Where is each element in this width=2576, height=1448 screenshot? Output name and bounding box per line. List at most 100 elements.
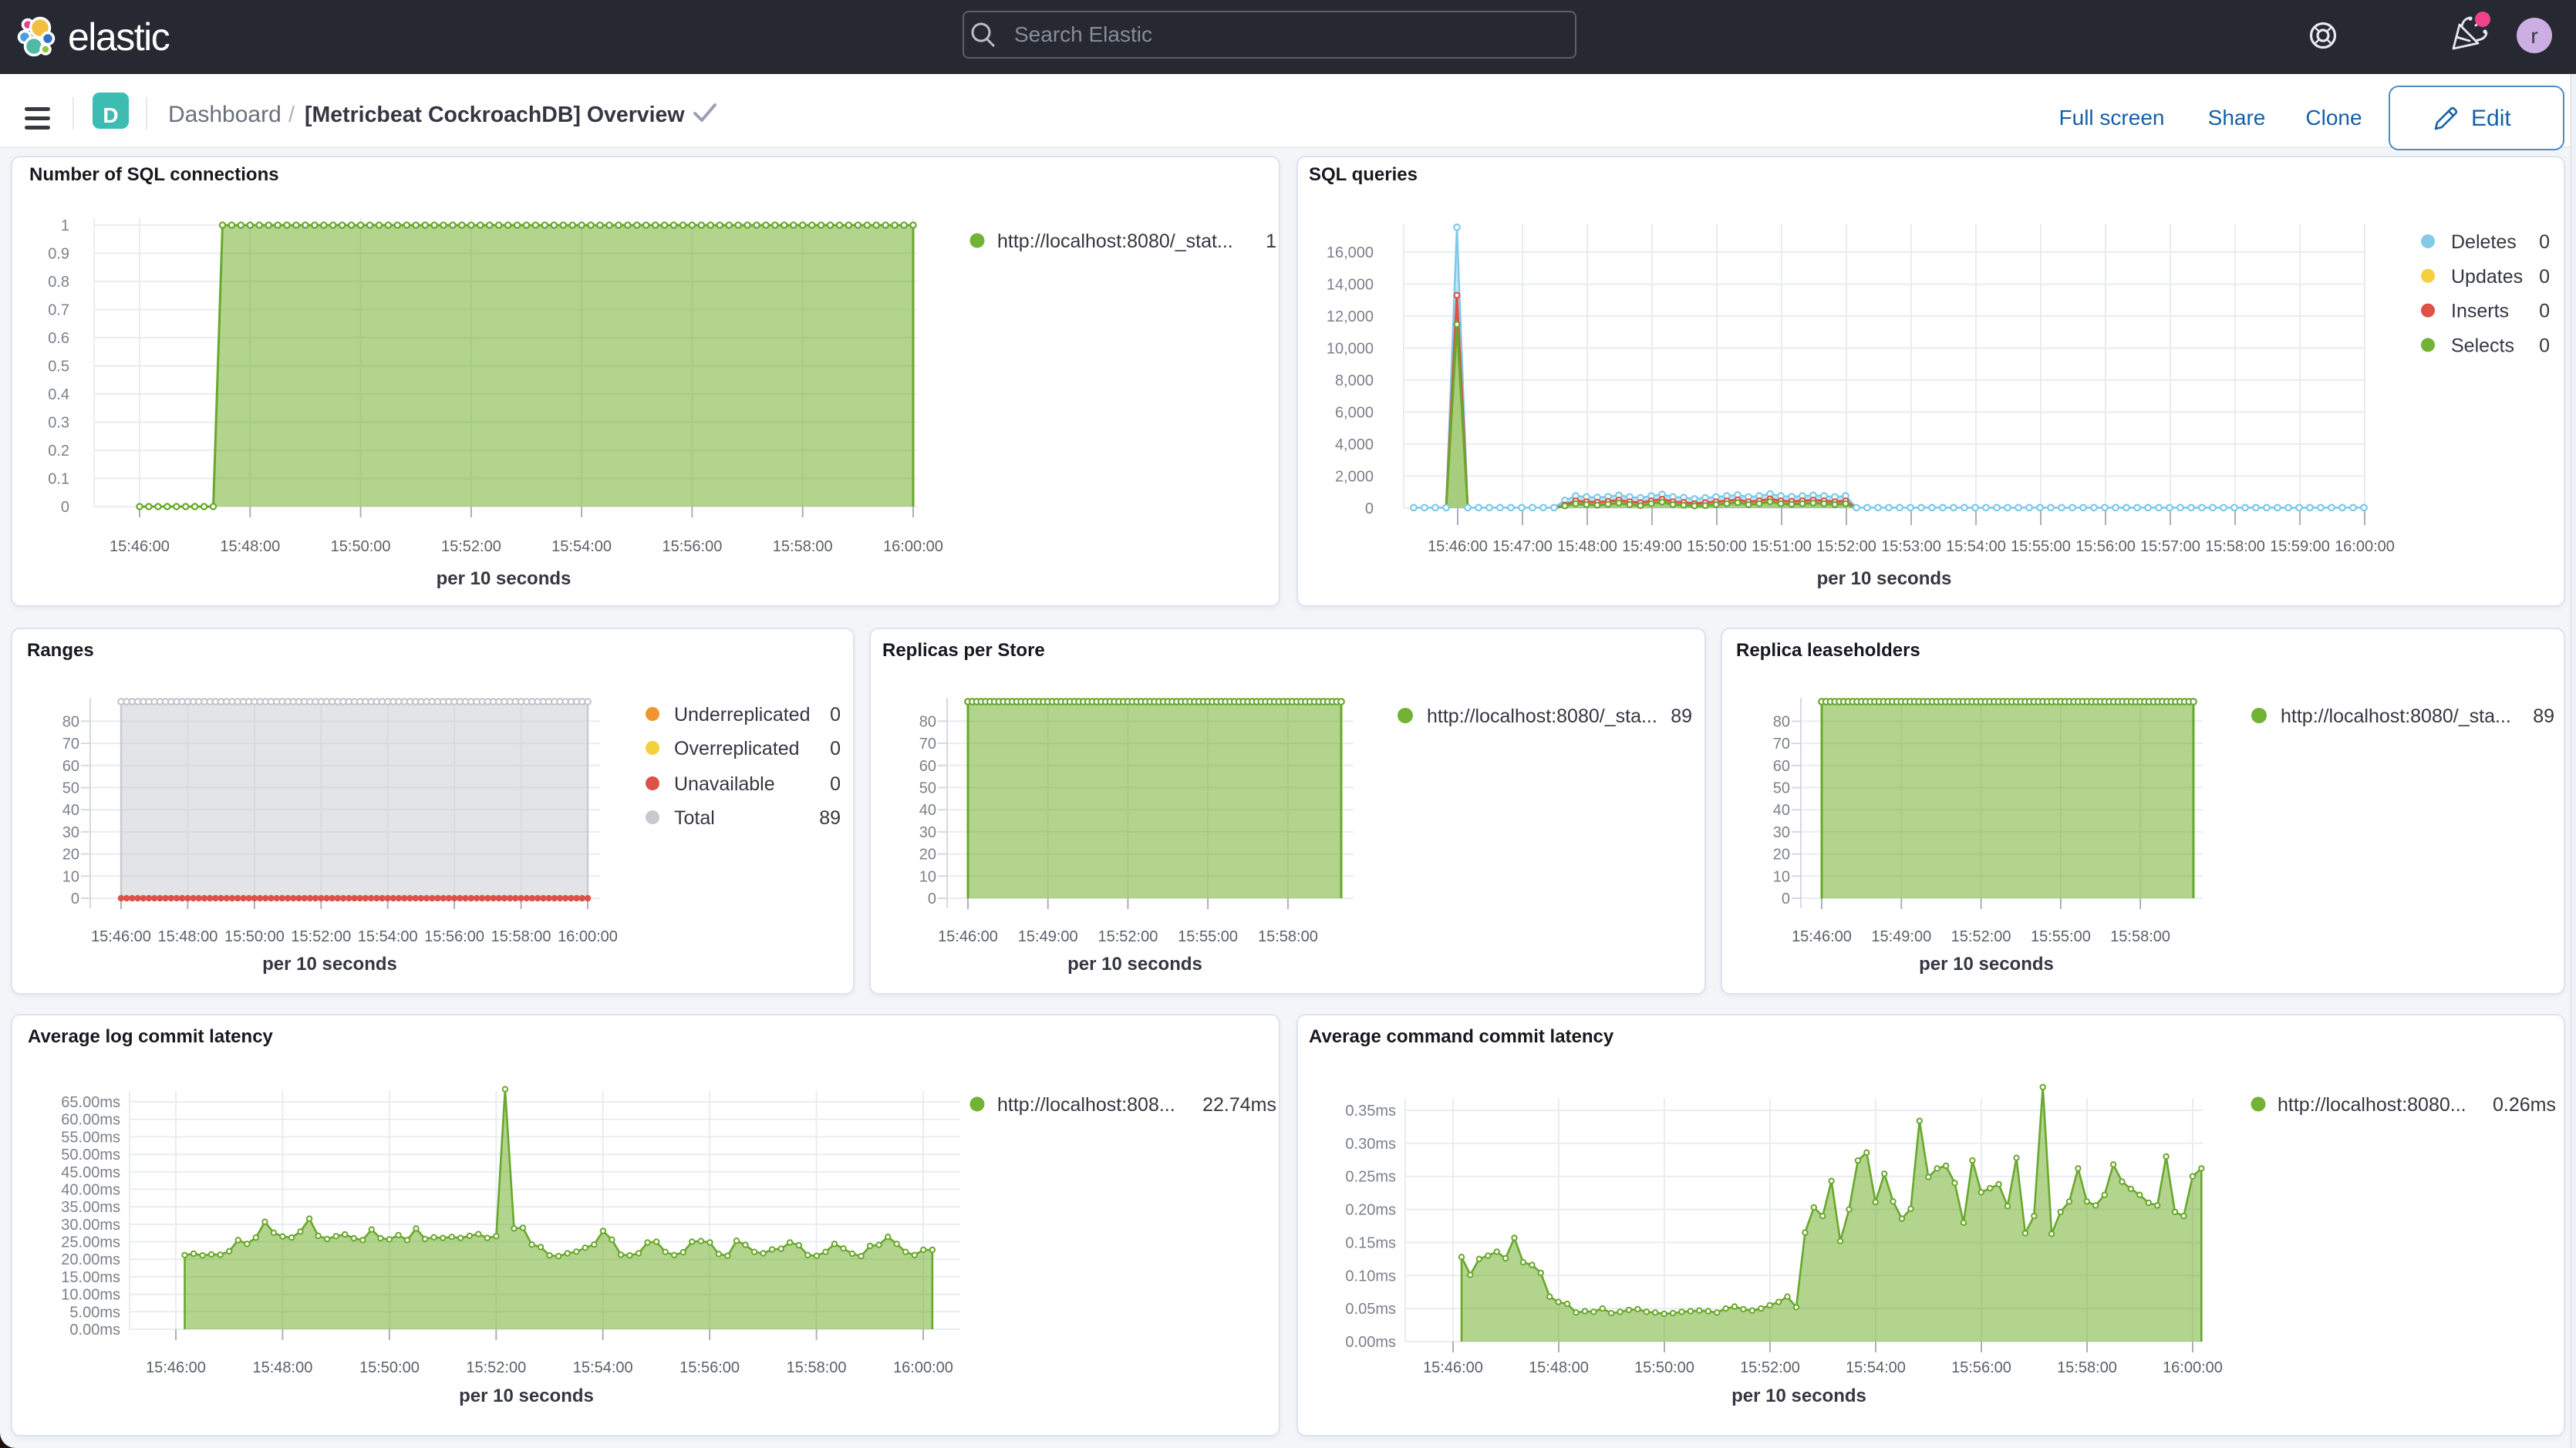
svg-text:15:53:00: 15:53:00 xyxy=(1881,538,1941,555)
svg-text:1: 1 xyxy=(61,217,69,234)
svg-text:16:00:00: 16:00:00 xyxy=(2163,1359,2223,1376)
svg-text:80: 80 xyxy=(62,713,79,730)
svg-text:15.00ms: 15.00ms xyxy=(61,1269,120,1286)
svg-text:8,000: 8,000 xyxy=(1335,372,1374,389)
svg-text:Deletes: Deletes xyxy=(2451,231,2517,253)
svg-text:per 10 seconds: per 10 seconds xyxy=(1731,1386,1866,1406)
svg-text:Inserts: Inserts xyxy=(2451,301,2509,322)
svg-text:15:52:00: 15:52:00 xyxy=(291,928,351,945)
svg-text:Updates: Updates xyxy=(2451,266,2523,288)
svg-text:15:58:00: 15:58:00 xyxy=(2205,538,2265,555)
svg-text:15:48:00: 15:48:00 xyxy=(220,538,280,555)
svg-text:15:50:00: 15:50:00 xyxy=(1634,1359,1694,1376)
svg-text:89: 89 xyxy=(2533,705,2554,727)
svg-text:5.00ms: 5.00ms xyxy=(69,1304,120,1321)
svg-text:15:58:00: 15:58:00 xyxy=(2057,1359,2117,1376)
svg-text:0: 0 xyxy=(2539,266,2550,288)
svg-text:70: 70 xyxy=(1773,736,1790,753)
svg-text:15:58:00: 15:58:00 xyxy=(787,1359,847,1376)
svg-text:15:54:00: 15:54:00 xyxy=(573,1359,633,1376)
svg-text:2,000: 2,000 xyxy=(1335,469,1374,486)
svg-text:0: 0 xyxy=(928,891,936,908)
svg-text:25.00ms: 25.00ms xyxy=(61,1234,120,1251)
svg-text:16:00:00: 16:00:00 xyxy=(558,928,618,945)
svg-text:16:00:00: 16:00:00 xyxy=(2335,538,2395,555)
svg-text:0.30ms: 0.30ms xyxy=(1345,1136,1396,1153)
svg-text:0: 0 xyxy=(71,891,79,908)
svg-text:65.00ms: 65.00ms xyxy=(61,1094,120,1111)
svg-text:35.00ms: 35.00ms xyxy=(61,1199,120,1216)
svg-text:15:50:00: 15:50:00 xyxy=(1687,538,1747,555)
svg-text:Edit: Edit xyxy=(2471,106,2511,131)
svg-text:15:59:00: 15:59:00 xyxy=(2270,538,2330,555)
svg-text:15:56:00: 15:56:00 xyxy=(2075,538,2136,555)
svg-text:SQL queries: SQL queries xyxy=(1309,164,1418,185)
svg-text:10: 10 xyxy=(62,868,79,885)
svg-text:15:50:00: 15:50:00 xyxy=(359,1359,420,1376)
svg-text:15:46:00: 15:46:00 xyxy=(1428,538,1488,555)
svg-text:per 10 seconds: per 10 seconds xyxy=(459,1386,594,1406)
svg-text:15:56:00: 15:56:00 xyxy=(424,928,484,945)
svg-text:0.15ms: 0.15ms xyxy=(1345,1234,1396,1251)
svg-text:http://localhost:8080/_stat...: http://localhost:8080/_stat... xyxy=(997,231,1233,252)
svg-text:0.8: 0.8 xyxy=(48,274,69,291)
svg-text:15:52:00: 15:52:00 xyxy=(1097,928,1158,945)
svg-text:0.25ms: 0.25ms xyxy=(1345,1169,1396,1186)
svg-text:per 10 seconds: per 10 seconds xyxy=(1919,954,2054,975)
svg-text:80: 80 xyxy=(919,713,936,730)
svg-text:15:58:00: 15:58:00 xyxy=(1258,928,1318,945)
svg-text:15:56:00: 15:56:00 xyxy=(662,538,722,555)
svg-text:Number of SQL connections: Number of SQL connections xyxy=(29,164,279,185)
svg-text:15:48:00: 15:48:00 xyxy=(252,1359,312,1376)
svg-text:15:49:00: 15:49:00 xyxy=(1622,538,1682,555)
svg-text:15:55:00: 15:55:00 xyxy=(2011,538,2071,555)
svg-text:14,000: 14,000 xyxy=(1327,277,1374,294)
svg-text:15:48:00: 15:48:00 xyxy=(1529,1359,1589,1376)
svg-text:http://localhost:8080/_sta...: http://localhost:8080/_sta... xyxy=(2281,705,2511,727)
svg-text:50: 50 xyxy=(62,780,79,797)
svg-text:15:58:00: 15:58:00 xyxy=(491,928,551,945)
svg-text:15:52:00: 15:52:00 xyxy=(1740,1359,1800,1376)
svg-text:15:48:00: 15:48:00 xyxy=(157,928,217,945)
svg-text:Average command commit latency: Average command commit latency xyxy=(1309,1026,1614,1047)
svg-text:6,000: 6,000 xyxy=(1335,405,1374,422)
svg-text:40.00ms: 40.00ms xyxy=(61,1182,120,1199)
svg-text:Replica leaseholders: Replica leaseholders xyxy=(1736,640,1920,661)
svg-text:0: 0 xyxy=(1365,500,1374,517)
svg-text:15:56:00: 15:56:00 xyxy=(679,1359,740,1376)
svg-text:0.7: 0.7 xyxy=(48,302,69,319)
svg-text:0.5: 0.5 xyxy=(48,359,69,375)
svg-text:Average log commit latency: Average log commit latency xyxy=(28,1026,274,1047)
svg-text:Replicas per Store: Replicas per Store xyxy=(882,640,1045,661)
svg-text:1: 1 xyxy=(1266,231,1276,252)
svg-text:15:46:00: 15:46:00 xyxy=(1792,928,1852,945)
svg-text:15:46:00: 15:46:00 xyxy=(938,928,998,945)
svg-text:20.00ms: 20.00ms xyxy=(61,1251,120,1268)
svg-text:89: 89 xyxy=(819,807,841,829)
svg-text:30: 30 xyxy=(62,824,79,841)
svg-text:15:58:00: 15:58:00 xyxy=(773,538,833,555)
svg-text:30: 30 xyxy=(1773,824,1790,841)
svg-text:Clone: Clone xyxy=(2305,106,2362,130)
svg-text:15:52:00: 15:52:00 xyxy=(466,1359,526,1376)
svg-text:0: 0 xyxy=(61,499,69,516)
svg-text:70: 70 xyxy=(62,736,79,753)
svg-text:http://localhost:8080/_sta...: http://localhost:8080/_sta... xyxy=(1427,705,1657,727)
svg-text:per 10 seconds: per 10 seconds xyxy=(1817,568,1952,589)
svg-text:15:54:00: 15:54:00 xyxy=(1946,538,2006,555)
svg-text:0: 0 xyxy=(830,704,841,726)
svg-text:15:48:00: 15:48:00 xyxy=(1557,538,1617,555)
svg-text:15:47:00: 15:47:00 xyxy=(1492,538,1553,555)
svg-text:15:51:00: 15:51:00 xyxy=(1752,538,1812,555)
svg-text:15:55:00: 15:55:00 xyxy=(1178,928,1238,945)
svg-text:15:49:00: 15:49:00 xyxy=(1018,928,1078,945)
svg-text:0: 0 xyxy=(830,738,841,759)
svg-text:Dashboard: Dashboard xyxy=(168,102,282,127)
svg-text:per 10 seconds: per 10 seconds xyxy=(437,568,572,589)
svg-text:15:50:00: 15:50:00 xyxy=(224,928,285,945)
svg-text:0.2: 0.2 xyxy=(48,443,69,460)
svg-text:http://localhost:808...: http://localhost:808... xyxy=(997,1094,1175,1116)
svg-text:0.10ms: 0.10ms xyxy=(1345,1268,1396,1285)
svg-text:http://localhost:8080...: http://localhost:8080... xyxy=(2278,1094,2466,1116)
svg-text:0: 0 xyxy=(2539,301,2550,322)
